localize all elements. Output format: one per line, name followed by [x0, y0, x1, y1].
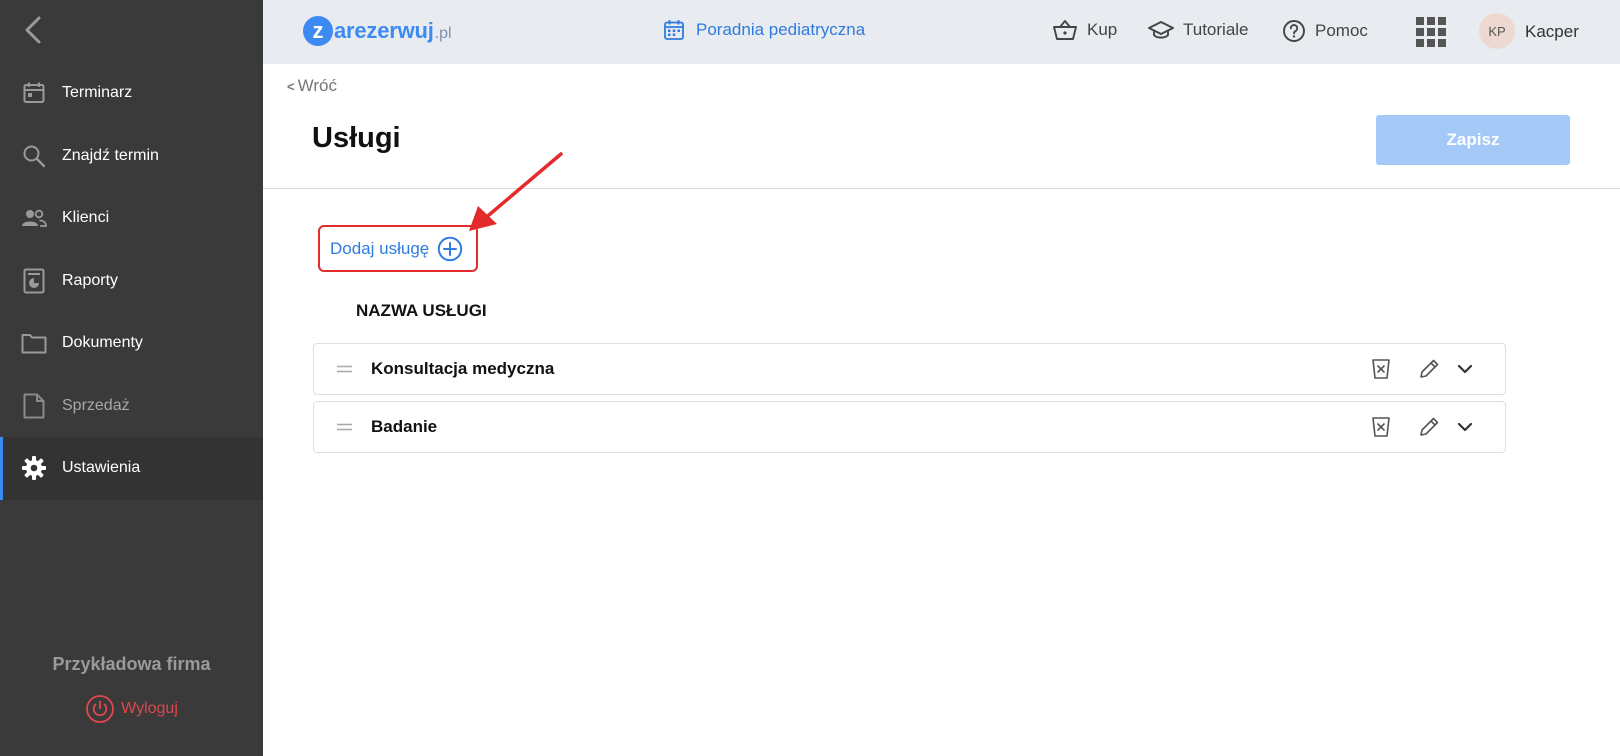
page-title: Usługi — [312, 122, 401, 154]
service-row: Badanie — [313, 401, 1506, 453]
report-icon — [21, 268, 47, 294]
logo-badge: z — [303, 16, 333, 46]
drag-handle-icon[interactable] — [337, 423, 352, 431]
clinic-selector[interactable]: Poradnia pediatryczna — [663, 19, 865, 41]
sidebar-item-label: Klienci — [62, 209, 110, 227]
sidebar-item-label: Sprzedaż — [62, 396, 130, 414]
service-row: Konsultacja medyczna — [313, 343, 1506, 395]
column-header-service-name: NAZWA USŁUGI — [356, 301, 487, 320]
tutorials-label: Tutoriale — [1183, 20, 1249, 39]
back-label: Wróć — [297, 76, 337, 95]
add-service-button[interactable]: Dodaj usługę — [318, 225, 478, 272]
clinic-name: Poradnia pediatryczna — [696, 20, 866, 39]
service-list: Konsultacja medyczna Badanie — [313, 343, 1506, 459]
help-link[interactable]: Pomoc — [1282, 19, 1368, 43]
edit-button[interactable] — [1417, 357, 1441, 381]
sidebar-item-ustawienia[interactable]: Ustawienia — [0, 437, 263, 500]
graduation-cap-icon — [1148, 21, 1174, 39]
people-icon — [21, 205, 47, 231]
sidebar-item-klienci[interactable]: Klienci — [0, 187, 263, 250]
top-header: z arezerwuj .pl Poradnia pediatryczna Ku… — [263, 0, 1620, 64]
folder-icon — [21, 330, 47, 356]
buy-label: Kup — [1087, 20, 1118, 39]
calendar-icon — [664, 20, 684, 40]
service-name: Konsultacja medyczna — [371, 359, 555, 378]
trash-icon — [1372, 417, 1390, 437]
drag-handle-icon[interactable] — [337, 365, 352, 373]
basket-icon — [1053, 20, 1077, 40]
sidebar-item-dokumenty[interactable]: Dokumenty — [0, 312, 263, 375]
logo[interactable]: z arezerwuj .pl — [303, 16, 452, 46]
sidebar-item-label: Ustawienia — [62, 459, 141, 477]
sidebar-item-label: Terminarz — [62, 84, 133, 102]
help-icon — [1283, 20, 1305, 42]
buy-link[interactable]: Kup — [1052, 19, 1117, 41]
tutorials-link[interactable]: Tutoriale — [1148, 19, 1249, 41]
logout-button[interactable]: Wyloguj — [0, 694, 263, 724]
calendar-icon — [21, 80, 47, 106]
pencil-icon — [1420, 417, 1439, 436]
logo-text: arezerwuj — [334, 18, 434, 43]
avatar[interactable]: KP — [1479, 13, 1515, 49]
back-link[interactable]: < Wróć — [287, 76, 337, 96]
sidebar-item-raporty[interactable]: Raporty — [0, 250, 263, 313]
user-name[interactable]: Kacper — [1525, 22, 1579, 42]
delete-button[interactable] — [1369, 357, 1393, 381]
save-button[interactable]: Zapisz — [1376, 115, 1570, 165]
back-chevron-icon[interactable] — [22, 15, 46, 45]
main-content: < Wróć Usługi Zapisz Dodaj usługę NAZWA … — [263, 64, 1620, 756]
help-label: Pomoc — [1315, 21, 1368, 40]
annotation-arrow-icon — [469, 152, 563, 231]
chevron-down-icon — [1457, 422, 1473, 432]
header-divider — [263, 188, 1620, 189]
sidebar-item-label: Raporty — [62, 271, 119, 289]
logout-label: Wyloguj — [121, 700, 178, 717]
chevron-down-icon — [1457, 364, 1473, 374]
power-icon — [86, 695, 115, 723]
sidebar-item-label: Dokumenty — [62, 334, 143, 352]
sidebar-item-znajdz-termin[interactable]: Znajdź termin — [0, 125, 263, 188]
apps-grid-icon[interactable] — [1415, 16, 1447, 48]
pencil-icon — [1420, 359, 1439, 378]
row-actions — [1369, 357, 1477, 381]
document-icon — [21, 393, 47, 419]
expand-button[interactable] — [1453, 357, 1477, 381]
add-service-label: Dodaj usługę — [330, 238, 430, 258]
sidebar-item-sprzedaz[interactable]: Sprzedaż — [0, 375, 263, 438]
delete-button[interactable] — [1369, 415, 1393, 439]
plus-circle-icon — [438, 236, 463, 261]
edit-button[interactable] — [1417, 415, 1441, 439]
logo-tld: .pl — [434, 24, 452, 42]
sidebar-nav: Terminarz Znajdź termin Klienci Raporty … — [0, 62, 263, 500]
search-icon — [21, 143, 47, 169]
company-name: Przykładowa firma — [52, 654, 211, 674]
chevron-left-icon: < — [287, 78, 295, 94]
expand-button[interactable] — [1453, 415, 1477, 439]
sidebar: Terminarz Znajdź termin Klienci Raporty … — [0, 0, 263, 756]
trash-icon — [1372, 359, 1390, 379]
row-actions — [1369, 415, 1477, 439]
sidebar-item-label: Znajdź termin — [62, 146, 159, 164]
gear-icon — [21, 455, 47, 481]
sidebar-item-terminarz[interactable]: Terminarz — [0, 62, 263, 125]
service-name: Badanie — [371, 417, 438, 436]
